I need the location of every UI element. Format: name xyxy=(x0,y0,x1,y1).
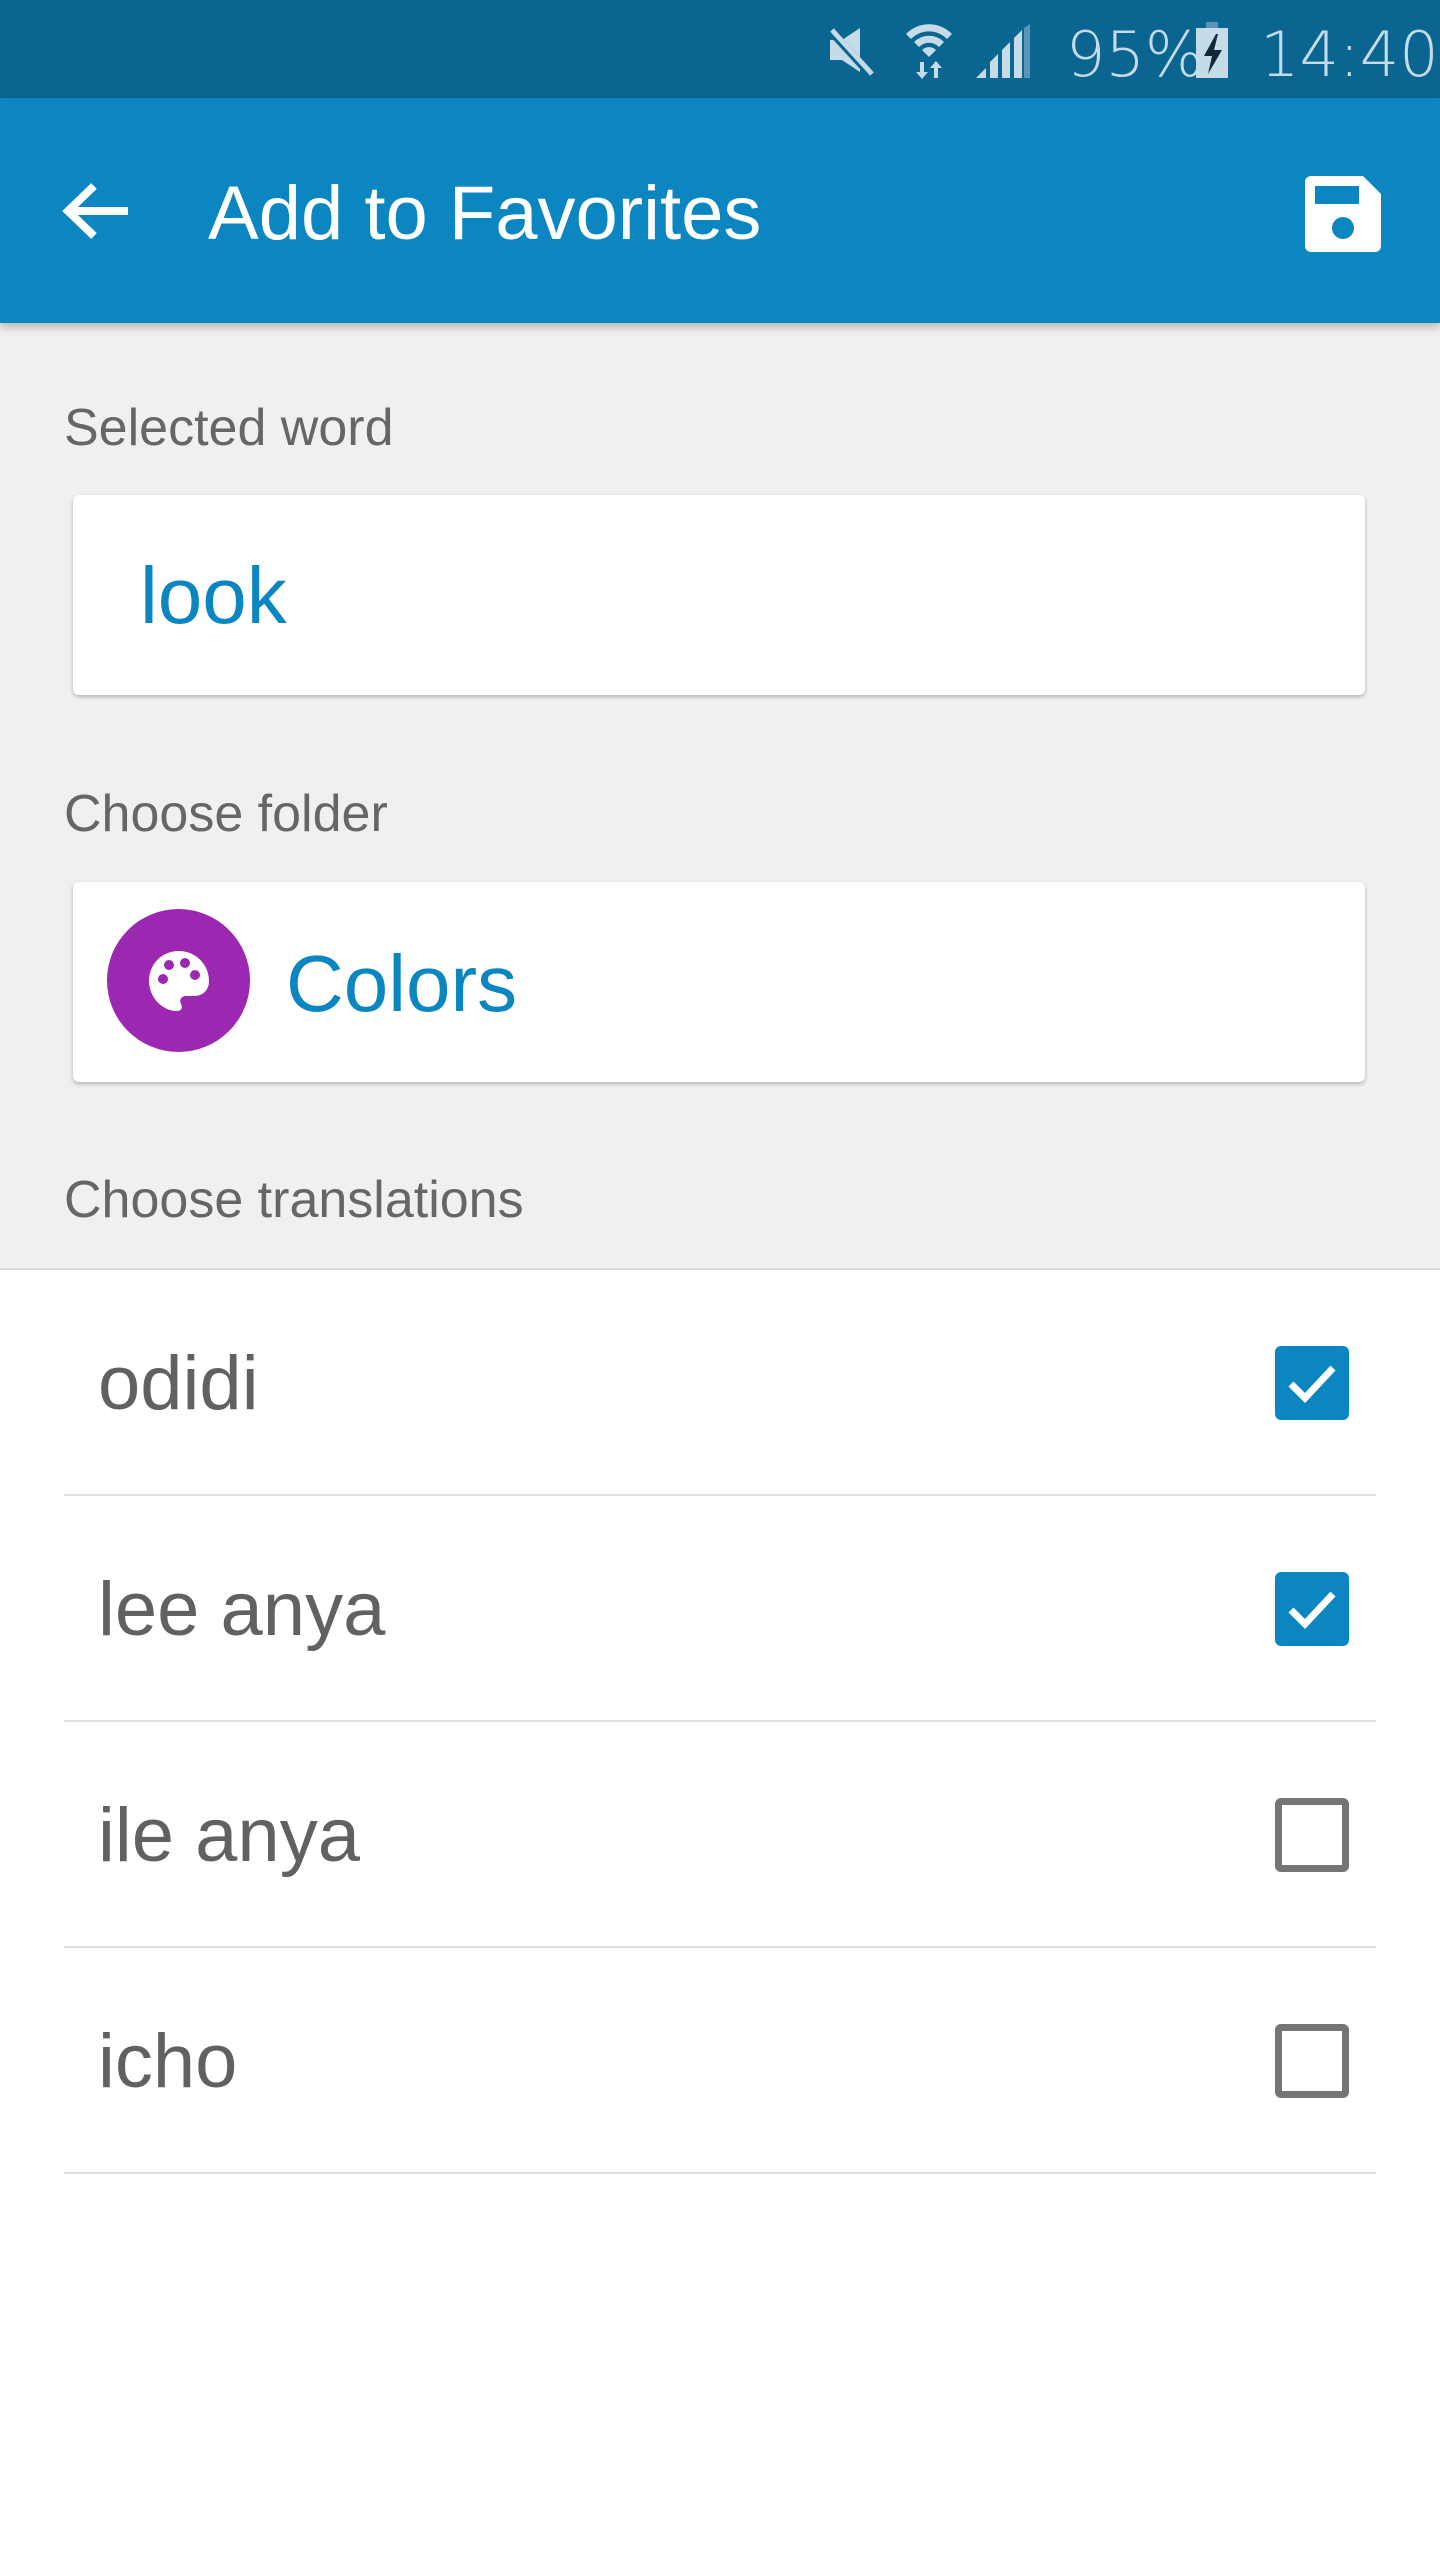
choose-folder-label: Choose folder xyxy=(64,785,388,843)
translation-text: icho xyxy=(98,2019,238,2104)
wifi-icon xyxy=(906,24,952,79)
clock: 14:40 xyxy=(1260,18,1439,91)
status-bar: 95% 14:40 xyxy=(0,0,1440,98)
selected-word-value[interactable]: look xyxy=(140,550,287,642)
selected-word-label: Selected word xyxy=(64,399,394,457)
battery-percentage: 95% xyxy=(1066,18,1204,91)
checkbox-unchecked[interactable] xyxy=(1275,1798,1349,1872)
save-icon[interactable] xyxy=(1305,176,1381,252)
palette-icon xyxy=(149,951,209,1011)
check-icon xyxy=(1288,1591,1336,1630)
checkbox-checked[interactable] xyxy=(1275,1572,1349,1646)
checkbox-unchecked[interactable] xyxy=(1275,2024,1349,2098)
translation-text: ile anya xyxy=(98,1793,360,1878)
battery-charging-icon xyxy=(1196,22,1228,78)
translation-text: odidi xyxy=(98,1341,259,1426)
translation-row[interactable]: lee anya xyxy=(64,1496,1376,1722)
translation-row[interactable]: odidi xyxy=(64,1270,1376,1496)
arrow-back-icon[interactable] xyxy=(58,176,138,246)
folder-avatar xyxy=(107,909,250,1052)
mute-icon xyxy=(826,26,874,76)
checkbox-checked[interactable] xyxy=(1275,1346,1349,1420)
translation-text: lee anya xyxy=(98,1567,386,1652)
translation-row[interactable]: ile anya xyxy=(64,1722,1376,1948)
check-icon xyxy=(1288,1365,1336,1404)
folder-selector[interactable] xyxy=(73,882,1365,1082)
choose-translations-label: Choose translations xyxy=(64,1171,524,1229)
folder-name: Colors xyxy=(286,939,518,1028)
signal-icon xyxy=(976,24,1030,78)
page-title: Add to Favorites xyxy=(208,171,762,256)
app-bar: Add to Favorites xyxy=(0,98,1440,323)
translation-row[interactable]: icho xyxy=(64,1948,1376,2174)
